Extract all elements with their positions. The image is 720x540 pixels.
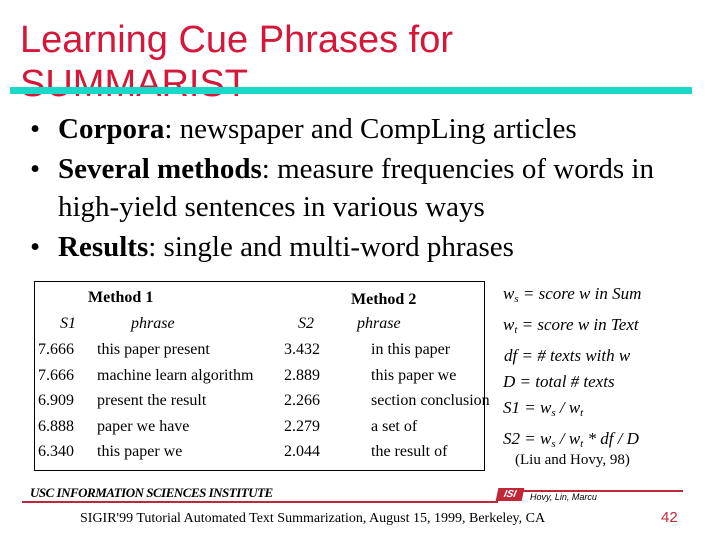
def-ws: ws = score w in Sum (503, 281, 641, 312)
def-df: df = # texts with w (504, 346, 631, 365)
def-ws-rhs: = score w in Sum (518, 284, 642, 303)
bullet-text: : newspaper and CompLing articles (164, 113, 577, 145)
def-s2-c: * df / D (583, 429, 639, 448)
phrase1-header: phrase (131, 315, 175, 332)
table-cell-s2: 2.279 (284, 417, 320, 435)
table-cell-s1: 7.666 (38, 366, 74, 384)
results-table: Method 1 Method 2 S1 phrase S2 phrase 7.… (34, 281, 490, 471)
footer-organization: USC INFORMATION SCIENCES INSTITUTE (30, 485, 273, 500)
bullet-text: : single and multi-word phrases (148, 231, 514, 263)
def-s2-a: S2 = w (503, 429, 552, 448)
footer-divider (22, 501, 498, 503)
title-divider (10, 87, 692, 94)
table-cell-p2: section conclusion (371, 392, 490, 409)
table-cell-p2: a set of (371, 417, 418, 435)
bullet-item: • Corpora: newspaper and CompLing articl… (28, 110, 708, 148)
definitions: ws = score w in Sum wt = score w in Text… (503, 281, 641, 457)
s1-header: S1 (60, 315, 76, 332)
def-wt: wt = score w in Text (503, 312, 641, 343)
table-cell-s1: 6.888 (38, 417, 74, 435)
bullet-keyword: Several methods (58, 153, 262, 185)
table-cell-p1: present the result (97, 392, 207, 409)
def-wt-rhs: = score w in Text (517, 315, 639, 334)
table-cell-p1: paper we have (97, 417, 190, 435)
footer-authors: Hovy, Lin, Marcu (530, 492, 597, 502)
def-s1: S1 = ws / wt (503, 395, 641, 426)
s2-header: S2 (298, 315, 314, 332)
def-s1-sub2: t (580, 407, 584, 419)
table-cell-s2: 2.044 (284, 443, 320, 460)
def-D: D = total # texts (503, 372, 615, 391)
bullet-icon: • (30, 231, 41, 263)
bullet-keyword: Results (58, 231, 149, 263)
table-cell-p2: the result of (371, 443, 448, 460)
isi-logo: ISI (495, 488, 525, 501)
def-wt-lhs: w (503, 315, 515, 334)
bullet-keyword: Corpora (58, 113, 165, 145)
def-s1-a: S1 = w (503, 398, 552, 417)
bullet-item: • Several methods: measure frequencies o… (28, 150, 708, 226)
bullet-icon: • (30, 113, 41, 145)
bullet-list: • Corpora: newspaper and CompLing articl… (28, 110, 708, 268)
table-cell-p2: in this paper (371, 341, 451, 358)
def-ws-lhs: w (503, 284, 515, 303)
table-cell-s2: 2.889 (284, 366, 320, 384)
title-line-1: Learning Cue Phrases for (20, 19, 454, 61)
def-s1-b: / w (555, 398, 581, 417)
method1-header: Method 1 (88, 289, 154, 306)
table-cell-s1: 7.666 (38, 341, 74, 358)
phrase2-header: phrase (357, 315, 401, 332)
table-cell-s1: 6.909 (38, 392, 74, 409)
table-cell-p1: this paper we (97, 443, 183, 460)
table-cell-p1: this paper present (97, 341, 210, 358)
table-cell-s2: 3.432 (284, 341, 320, 358)
title-line-2: SUMMARIST (20, 63, 248, 105)
bullet-icon: • (30, 153, 41, 185)
table-cell-p1: machine learn algorithm (97, 366, 254, 384)
table-cell-p2: this paper we (371, 366, 457, 384)
table-cell-s2: 2.266 (284, 392, 320, 409)
bullet-item: • Results: single and multi-word phrases (28, 228, 708, 266)
table-cell-s1: 6.340 (38, 443, 74, 460)
footer-conference: SIGIR'99 Tutorial Automated Text Summari… (80, 511, 546, 526)
page-number: 42 (661, 509, 678, 526)
def-s2-b: / w (555, 429, 581, 448)
citation: (Liu and Hovy, 98) (515, 452, 630, 468)
method2-header: Method 2 (351, 291, 417, 308)
